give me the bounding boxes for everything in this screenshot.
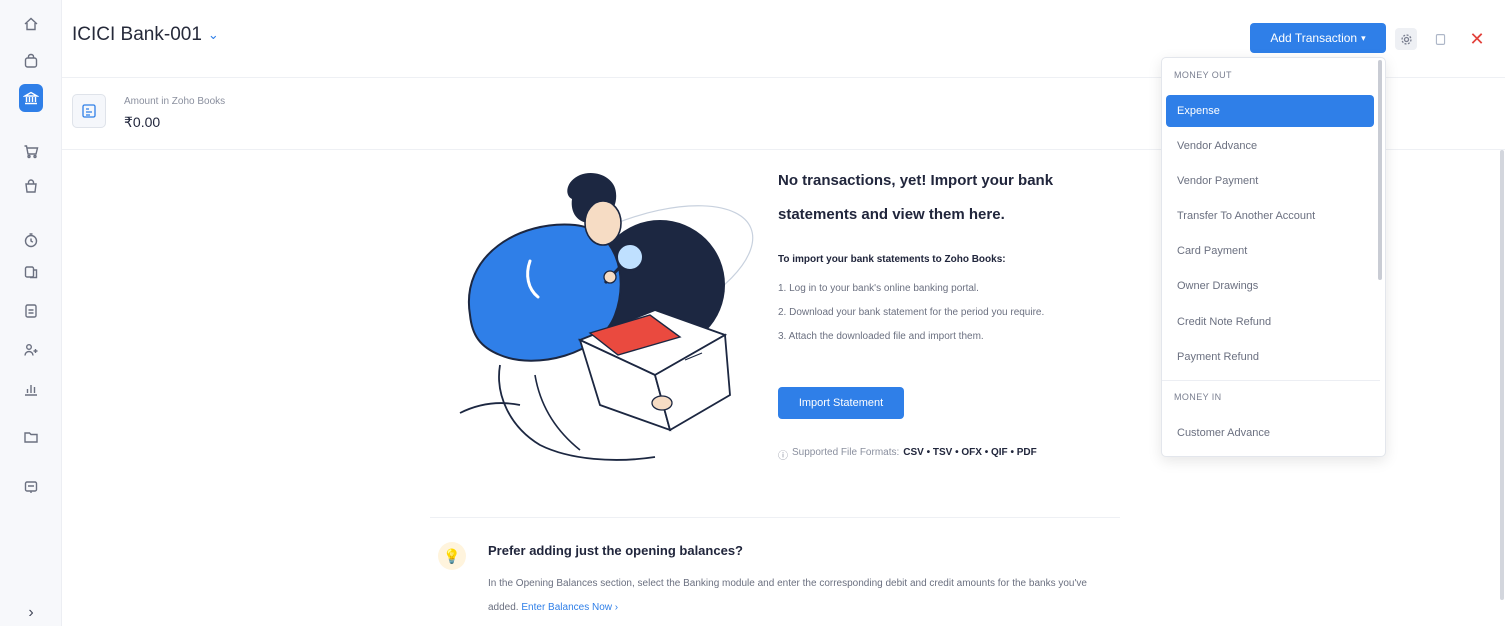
menu-scrollbar[interactable] [1378,60,1382,280]
notes-icon[interactable] [1429,28,1451,50]
enter-balances-link[interactable]: Enter Balances Now › [521,602,618,613]
files-icon[interactable] [19,260,43,284]
menu-item-credit-note-refund[interactable]: Credit Note Refund [1166,306,1374,338]
menu-item-payment-refund[interactable]: Payment Refund [1166,341,1374,373]
account-title: ICICI Bank-001 [72,24,202,45]
clock-icon[interactable] [19,228,43,252]
add-transaction-button[interactable]: Add Transaction ▾ [1250,23,1386,53]
import-statement-button[interactable]: Import Statement [778,387,904,419]
menu-item-card-payment[interactable]: Card Payment [1166,235,1374,267]
formats-value: CSV • TSV • OFX • QIF • PDF [903,447,1037,458]
document-icon[interactable] [19,299,43,323]
menu-item-transfer-to-another-account[interactable]: Transfer To Another Account [1166,200,1374,232]
gear-icon[interactable] [1395,28,1417,50]
bag-icon[interactable] [19,49,43,73]
balance-label: Amount in Zoho Books [124,96,226,107]
shopping-bag-icon[interactable] [19,174,43,198]
import-step: 2. Download your bank statement for the … [778,307,1045,318]
chart-icon[interactable] [19,377,43,401]
menu-item-customer-advance[interactable]: Customer Advance [1166,417,1374,449]
chevron-down-icon: ⌄ [207,27,219,42]
users-icon[interactable] [19,338,43,362]
books-balance-icon [72,94,106,128]
import-step: 3. Attach the downloaded file and import… [778,331,984,342]
cart-icon[interactable] [19,139,43,163]
empty-state-illustration [459,173,754,461]
folder-icon[interactable] [19,425,43,449]
sidebar-rail: › [0,0,62,626]
chevron-down-icon: ▾ [1361,32,1366,43]
expand-sidebar-button[interactable]: › [19,602,43,624]
opening-balances-callout: 💡 Prefer adding just the opening balance… [430,517,1120,626]
page-scrollbar[interactable] [1500,150,1504,600]
menu-item-vendor-advance[interactable]: Vendor Advance [1166,130,1374,162]
import-steps: 1. Log in to your bank's online banking … [778,277,1108,349]
money-out-heading: MONEY OUT [1174,70,1232,80]
supported-formats: ⓘ Supported File Formats: CSV • TSV • OF… [778,447,1037,462]
opening-balances-text: In the Opening Balances section, select … [488,572,1108,620]
import-step: 1. Log in to your bank's online banking … [778,283,979,294]
account-selector[interactable]: ICICI Bank-001 ⌄ [72,24,219,46]
formats-label: Supported File Formats: [792,447,900,458]
menu-item-expense[interactable]: Expense [1166,95,1374,127]
bank-icon[interactable] [19,84,43,112]
balance-value: ₹0.00 [124,114,161,130]
add-transaction-label: Add Transaction [1270,31,1358,45]
menu-item-owner-drawings[interactable]: Owner Drawings [1166,270,1374,302]
lightbulb-icon: 💡 [438,542,466,570]
menu-item-vendor-payment[interactable]: Vendor Payment [1166,165,1374,197]
money-in-heading: MONEY IN [1174,392,1222,402]
steps-heading: To import your bank statements to Zoho B… [778,254,1006,265]
info-icon: ⓘ [778,451,788,462]
menu-divider [1162,380,1380,381]
empty-state-title: No transactions, yet! Import your bank s… [778,172,1054,223]
documents-icon[interactable] [19,475,43,499]
home-icon[interactable] [19,12,43,36]
close-icon[interactable]: ✕ [1466,28,1488,50]
opening-balances-title: Prefer adding just the opening balances? [488,543,743,558]
add-transaction-menu: MONEY OUT Expense Vendor Advance Vendor … [1161,57,1386,457]
